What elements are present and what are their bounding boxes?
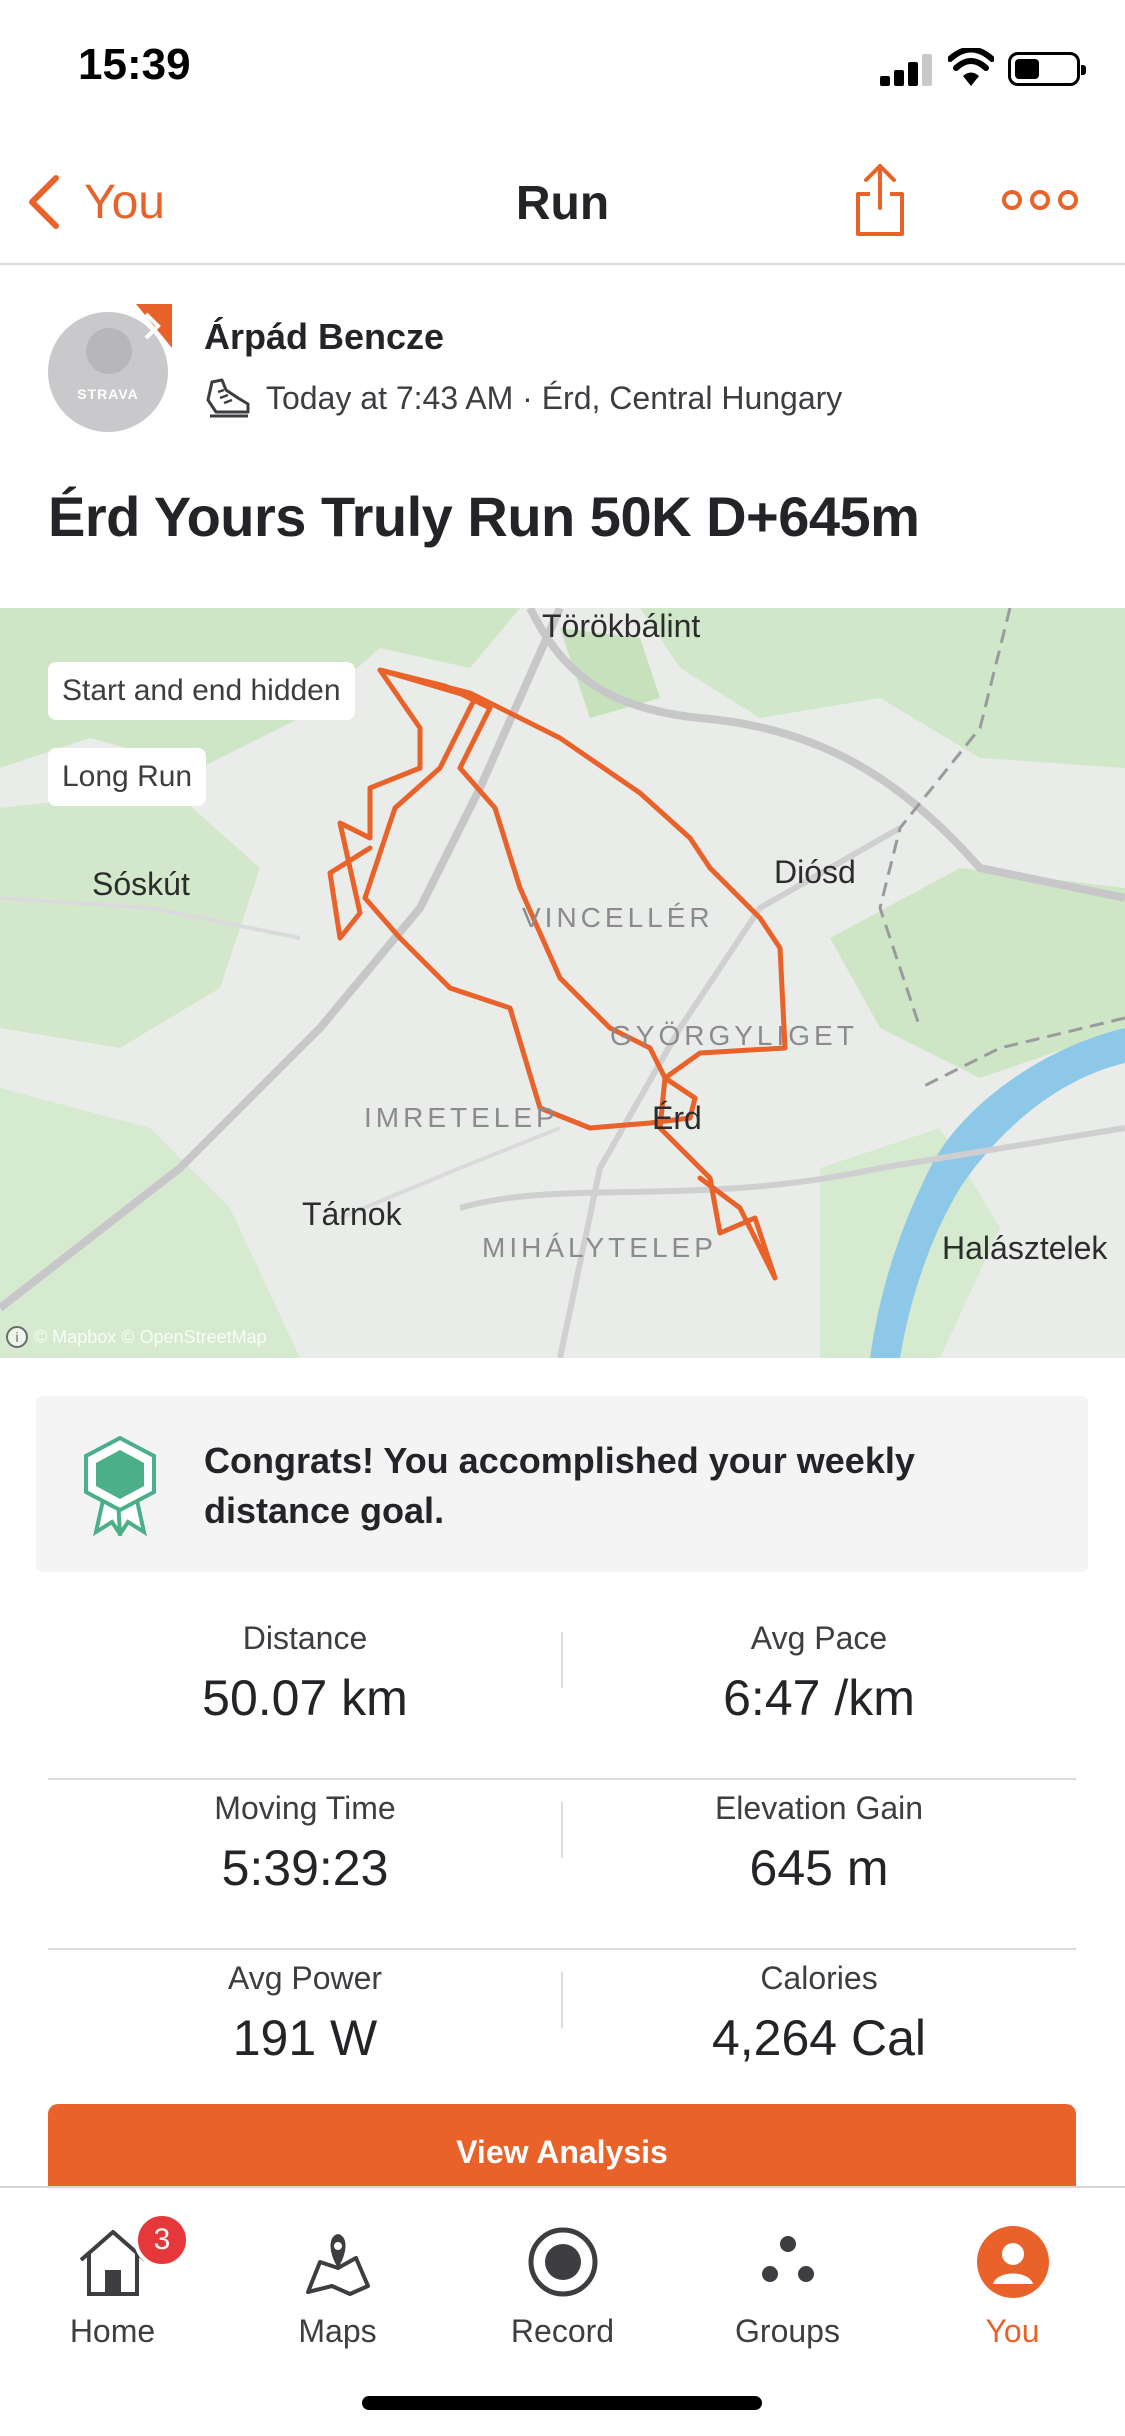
tab-label: Home xyxy=(69,2313,156,2349)
wifi-icon xyxy=(948,48,994,86)
home-indicator xyxy=(362,2396,762,2410)
map-label-soskut: Sóskút xyxy=(92,866,190,902)
subscriber-badge-icon xyxy=(136,304,172,348)
chevron-left-icon xyxy=(29,175,59,229)
goal-banner[interactable]: Congrats! You accomplished your weekly d… xyxy=(36,1396,1088,1572)
map-label-vinceller: VINCELLÉR xyxy=(522,902,714,933)
stat-value: 191 W xyxy=(232,2010,378,2066)
profile-icon xyxy=(976,2226,1049,2298)
map-label-diosd: Diósd xyxy=(774,854,856,890)
tab-label: Maps xyxy=(298,2313,377,2349)
tab-record[interactable]: Record xyxy=(450,2202,675,2382)
page-title: Run xyxy=(515,177,610,230)
map-label-imretelep: IMRETELEP xyxy=(364,1102,559,1133)
share-icon[interactable] xyxy=(850,160,910,240)
tab-label: Groups xyxy=(735,2313,840,2349)
nav-header: You Run xyxy=(0,140,1125,265)
stat-calories: Calories 4,264 Cal xyxy=(562,1950,1076,2067)
stat-value: 50.07 km xyxy=(202,1670,408,1726)
long-run-chip: Long Run xyxy=(48,748,207,806)
back-label: You xyxy=(84,175,165,229)
start-end-hidden-chip: Start and end hidden xyxy=(48,662,355,720)
maps-icon xyxy=(305,2234,370,2296)
stat-label: Distance xyxy=(242,1620,368,1656)
stats-row: Avg Power 191 W Calories 4,264 Cal xyxy=(48,1950,1076,2120)
map-label-erd: Érd xyxy=(652,1100,702,1136)
record-icon xyxy=(528,2227,597,2297)
avatar-brand: STRAVA xyxy=(77,386,139,402)
stat-avg-power: Avg Power 191 W xyxy=(48,1950,562,2067)
activity-meta: Today at 7:43 AM · Érd, Central Hungary xyxy=(204,376,842,420)
stat-value: 5:39:23 xyxy=(221,1840,389,1896)
cellular-signal-icon xyxy=(880,54,936,86)
tab-label: Record xyxy=(510,2313,615,2349)
tab-maps[interactable]: Maps xyxy=(225,2202,450,2382)
stats-row: Moving Time 5:39:23 Elevation Gain 645 m xyxy=(48,1780,1076,1950)
tab-label: You xyxy=(985,2313,1040,2349)
stat-label: Moving Time xyxy=(214,1790,396,1826)
stat-distance: Distance 50.07 km xyxy=(48,1610,562,1727)
map-attribution[interactable]: i © Mapbox © OpenStreetMap xyxy=(6,1326,267,1348)
status-bar: 15:39 xyxy=(0,0,1125,140)
stat-label: Avg Pace xyxy=(750,1620,888,1656)
athlete-name[interactable]: Árpád Bencze xyxy=(204,316,444,358)
stat-avg-pace: Avg Pace 6:47 /km xyxy=(562,1610,1076,1727)
map-attribution-text: © Mapbox © OpenStreetMap xyxy=(34,1326,267,1347)
tab-groups[interactable]: Groups xyxy=(675,2202,900,2382)
map-label-mihalytelep: MIHÁLYTELEP xyxy=(482,1232,717,1263)
stat-value: 645 m xyxy=(749,1840,889,1896)
map-label-torokbalint: Törökbálint xyxy=(542,608,701,644)
notification-badge: 3 xyxy=(134,2212,190,2268)
more-options-icon[interactable] xyxy=(1002,180,1078,220)
stat-label: Calories xyxy=(760,1960,878,1996)
activity-stats: Distance 50.07 km Avg Pace 6:47 /km Movi… xyxy=(48,1610,1076,2120)
groups-icon xyxy=(761,2236,814,2282)
stat-label: Elevation Gain xyxy=(714,1790,924,1826)
stat-moving-time: Moving Time 5:39:23 xyxy=(48,1780,562,1897)
tab-home[interactable]: Home 3 xyxy=(0,2202,225,2382)
running-shoe-icon xyxy=(206,378,250,418)
back-button[interactable]: You xyxy=(24,170,165,234)
activity-meta-text: Today at 7:43 AM · Érd, Central Hungary xyxy=(266,379,843,416)
stat-label: Avg Power xyxy=(227,1960,383,1996)
activity-title: Érd Yours Truly Run 50K D+645m xyxy=(48,485,920,548)
stat-value: 4,264 Cal xyxy=(711,2010,927,2066)
stat-value: 6:47 /km xyxy=(723,1670,915,1726)
goal-badge-icon xyxy=(84,1436,156,1536)
map-label-tarnok: Tárnok xyxy=(302,1196,402,1232)
status-time: 15:39 xyxy=(78,40,191,89)
info-icon[interactable]: i xyxy=(6,1326,28,1348)
stat-elevation-gain: Elevation Gain 645 m xyxy=(562,1780,1076,1897)
stats-row: Distance 50.07 km Avg Pace 6:47 /km xyxy=(48,1610,1076,1780)
battery-icon xyxy=(1008,52,1086,86)
map-label-halasztelek: Halásztelek xyxy=(942,1230,1108,1266)
map-label-gyorgyliget: GYÖRGYLIGET xyxy=(610,1020,858,1051)
route-map[interactable]: Start and end hidden Long Run Törökbálin… xyxy=(0,608,1125,1358)
goal-message: Congrats! You accomplished your weekly d… xyxy=(204,1440,915,1531)
tab-you[interactable]: You xyxy=(900,2202,1125,2382)
